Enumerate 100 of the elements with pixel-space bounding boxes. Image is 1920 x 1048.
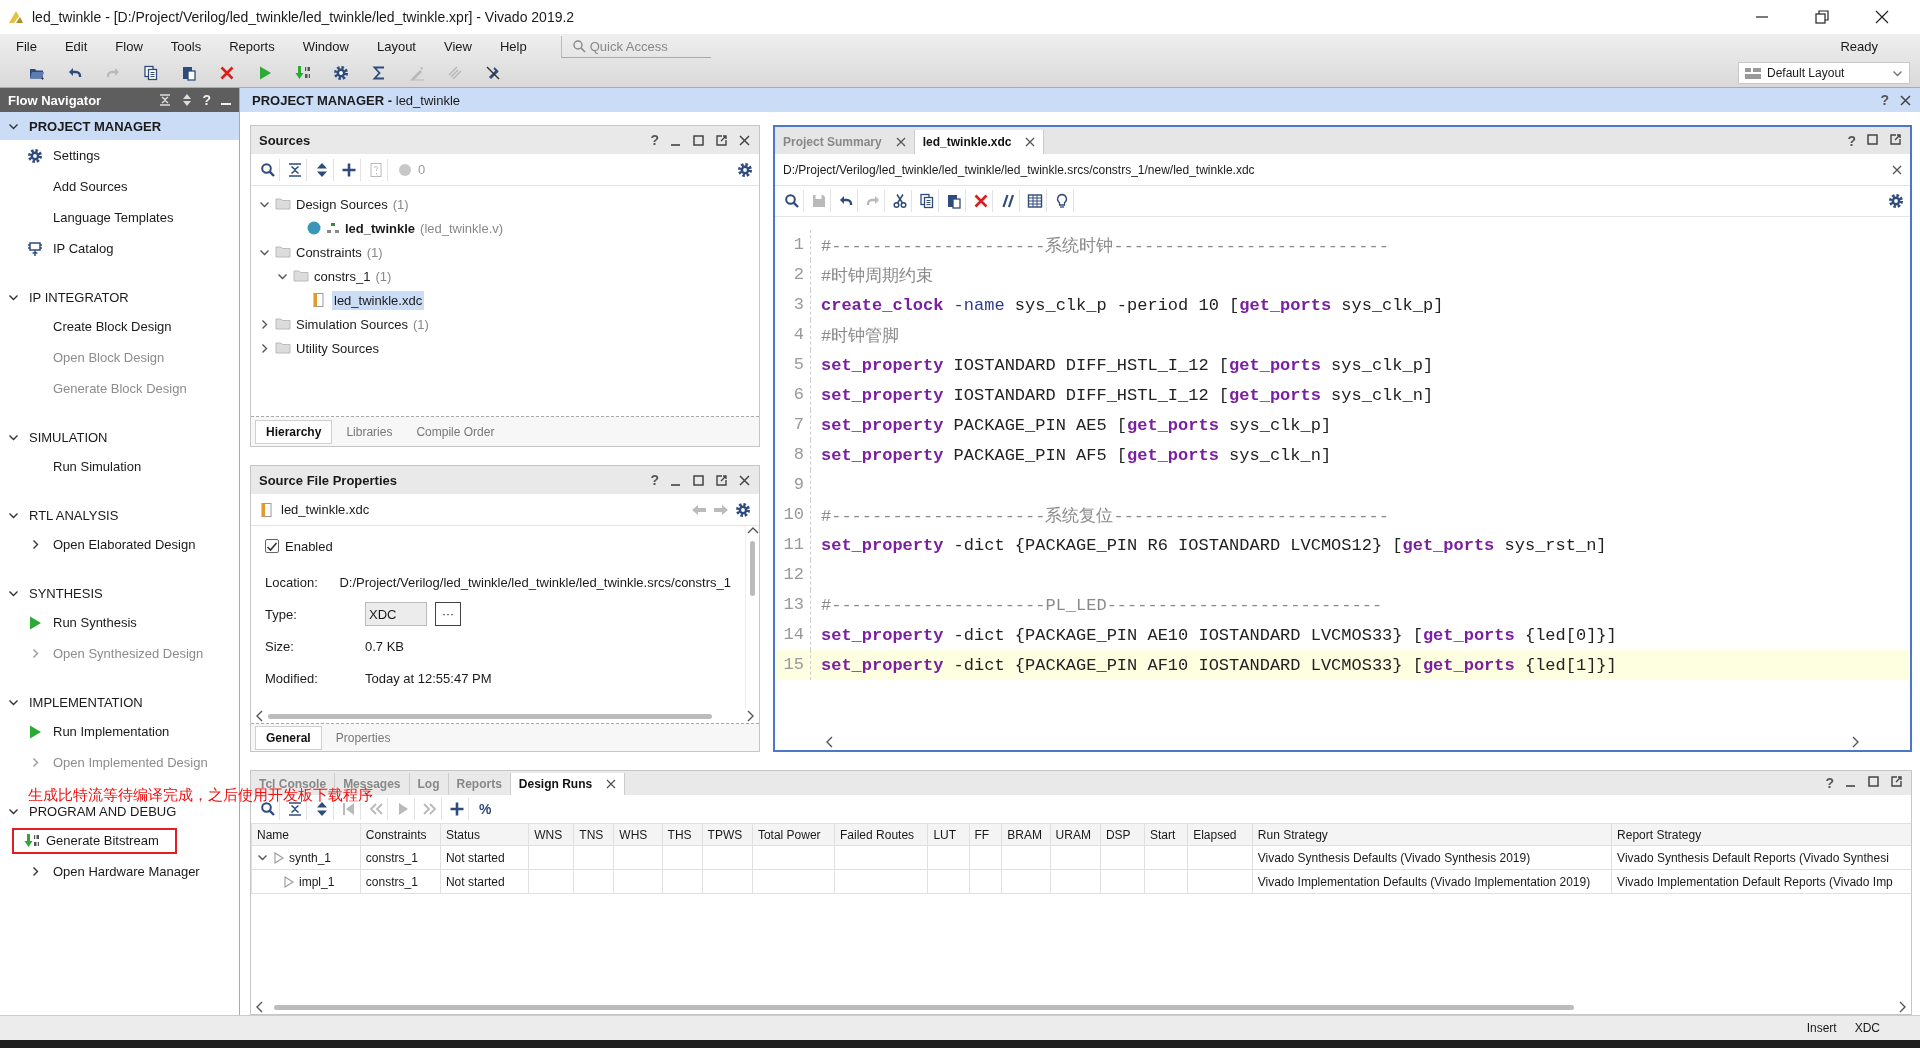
close-icon[interactable] xyxy=(895,137,906,147)
section-header[interactable]: IP INTEGRATOR xyxy=(29,289,129,305)
tree-item[interactable]: Constraints xyxy=(296,244,362,260)
column-header[interactable]: FF xyxy=(969,823,1002,846)
column-header[interactable]: DSP xyxy=(1100,823,1145,846)
restore-icon[interactable] xyxy=(1814,9,1830,25)
column-header[interactable]: Start xyxy=(1144,823,1188,846)
gear-icon[interactable] xyxy=(1888,193,1904,209)
close-icon[interactable] xyxy=(1892,164,1902,175)
help-button[interactable]: ? xyxy=(650,472,659,488)
sigma-icon[interactable] xyxy=(371,65,387,82)
copy-icon[interactable] xyxy=(919,193,935,209)
tab[interactable]: General xyxy=(255,725,322,750)
nav-item[interactable]: Create Block Design xyxy=(49,317,176,336)
gear-icon[interactable] xyxy=(737,161,753,178)
section-header[interactable]: SIMULATION xyxy=(29,429,108,445)
column-header[interactable]: Report Strategy xyxy=(1611,823,1911,846)
column-header[interactable]: Total Power xyxy=(752,823,835,846)
maximize-icon[interactable] xyxy=(692,473,705,487)
columns-icon[interactable] xyxy=(1027,193,1043,209)
copy-icon[interactable] xyxy=(143,65,159,82)
nav-item[interactable]: Settings xyxy=(49,146,104,165)
nav-item[interactable]: Open Elaborated Design xyxy=(49,535,200,554)
nav-item[interactable]: Open Hardware Manager xyxy=(49,862,204,881)
nav-item[interactable]: IP Catalog xyxy=(49,239,118,258)
maximize-icon[interactable] xyxy=(1866,132,1879,146)
column-header[interactable]: BRAM xyxy=(1001,823,1051,846)
expand-all-icon[interactable] xyxy=(314,161,330,178)
nav-item[interactable]: Run Simulation xyxy=(49,457,146,476)
menu-item[interactable]: Tools xyxy=(170,39,202,55)
tab[interactable]: Libraries xyxy=(336,420,403,443)
section-header[interactable]: PROGRAM AND DEBUG xyxy=(29,803,177,819)
close-icon[interactable] xyxy=(1025,137,1036,147)
paste-icon[interactable] xyxy=(181,65,197,82)
tree-item[interactable]: Utility Sources xyxy=(296,340,380,356)
maximize-icon[interactable] xyxy=(692,133,705,147)
nav-item[interactable]: Language Templates xyxy=(49,208,178,227)
close-icon[interactable] xyxy=(606,779,617,789)
percent-button[interactable]: % xyxy=(473,801,498,817)
type-field[interactable]: XDC xyxy=(365,602,427,626)
float-window-icon[interactable] xyxy=(715,133,728,147)
tree-item[interactable]: constrs_1 xyxy=(314,268,371,284)
menu-item[interactable]: View xyxy=(444,39,472,55)
tree-item[interactable]: Design Sources xyxy=(296,196,388,212)
delete-icon[interactable] xyxy=(973,193,989,209)
scroll-right-icon[interactable] xyxy=(1851,736,1860,748)
section-header[interactable]: IMPLEMENTATION xyxy=(29,694,143,710)
column-header[interactable]: URAM xyxy=(1050,823,1101,846)
chevron-right-icon[interactable] xyxy=(259,318,270,330)
menu-item[interactable]: Reports xyxy=(229,39,275,55)
column-header[interactable]: Elapsed xyxy=(1187,823,1253,846)
help-button[interactable]: ? xyxy=(1880,92,1889,108)
section-header[interactable]: RTL ANALYSIS xyxy=(29,507,119,523)
scroll-left-icon[interactable] xyxy=(825,736,834,748)
nav-item[interactable]: Add Sources xyxy=(49,177,132,196)
search-icon[interactable] xyxy=(260,161,276,178)
delete-icon[interactable] xyxy=(219,65,235,82)
column-header[interactable]: LUT xyxy=(927,823,969,846)
layout-dropdown[interactable]: Default Layout xyxy=(1738,62,1910,85)
expand-all-icon[interactable] xyxy=(314,801,330,817)
nav-item[interactable]: Run Implementation xyxy=(49,722,174,741)
maximize-icon[interactable] xyxy=(1867,775,1880,788)
tab[interactable]: Properties xyxy=(325,726,401,749)
float-window-icon[interactable] xyxy=(1889,132,1902,146)
paste-icon[interactable] xyxy=(946,193,962,209)
search-icon[interactable] xyxy=(784,193,800,209)
scroll-right-icon[interactable] xyxy=(746,710,755,722)
enabled-checkbox[interactable] xyxy=(265,539,279,553)
column-header[interactable]: TNS xyxy=(573,823,614,846)
collapse-all-icon[interactable] xyxy=(287,801,303,817)
tab[interactable]: Design Runs xyxy=(510,773,626,795)
column-header[interactable]: Name xyxy=(251,823,361,846)
editor-tab[interactable]: led_twinkle.xdc xyxy=(914,130,1045,154)
section-header[interactable]: SYNTHESIS xyxy=(29,585,103,601)
plus-icon[interactable] xyxy=(449,801,465,817)
menu-item[interactable]: Edit xyxy=(64,39,88,55)
column-header[interactable]: Run Strategy xyxy=(1252,823,1612,846)
help-button[interactable]: ? xyxy=(202,92,211,108)
scroll-up-icon[interactable] xyxy=(746,526,759,535)
lightbulb-icon[interactable] xyxy=(1054,193,1070,209)
search-icon[interactable] xyxy=(260,801,276,817)
tab[interactable]: Hierarchy xyxy=(255,419,333,444)
menu-item[interactable]: Help xyxy=(499,39,527,55)
run-name[interactable]: impl_1 xyxy=(299,874,335,889)
column-header[interactable]: THS xyxy=(662,823,703,846)
help-button[interactable]: ? xyxy=(650,132,659,148)
probe-off-icon[interactable] xyxy=(485,65,501,82)
tree-item[interactable]: led_twinkle xyxy=(345,220,416,236)
menu-item[interactable]: Flow xyxy=(115,39,143,55)
comment-icon[interactable] xyxy=(1000,193,1016,209)
float-window-icon[interactable] xyxy=(1890,775,1903,788)
chevron-right-icon[interactable] xyxy=(259,342,270,354)
close-icon[interactable] xyxy=(738,473,751,487)
chevron-down-icon[interactable] xyxy=(257,852,268,863)
column-header[interactable]: WNS xyxy=(528,823,574,846)
scissors-icon[interactable] xyxy=(892,193,908,209)
column-header[interactable]: Status xyxy=(440,823,529,846)
nav-item[interactable]: Run Synthesis xyxy=(49,613,141,632)
menu-item[interactable]: Window xyxy=(302,39,349,55)
help-button[interactable]: ? xyxy=(1825,775,1834,791)
